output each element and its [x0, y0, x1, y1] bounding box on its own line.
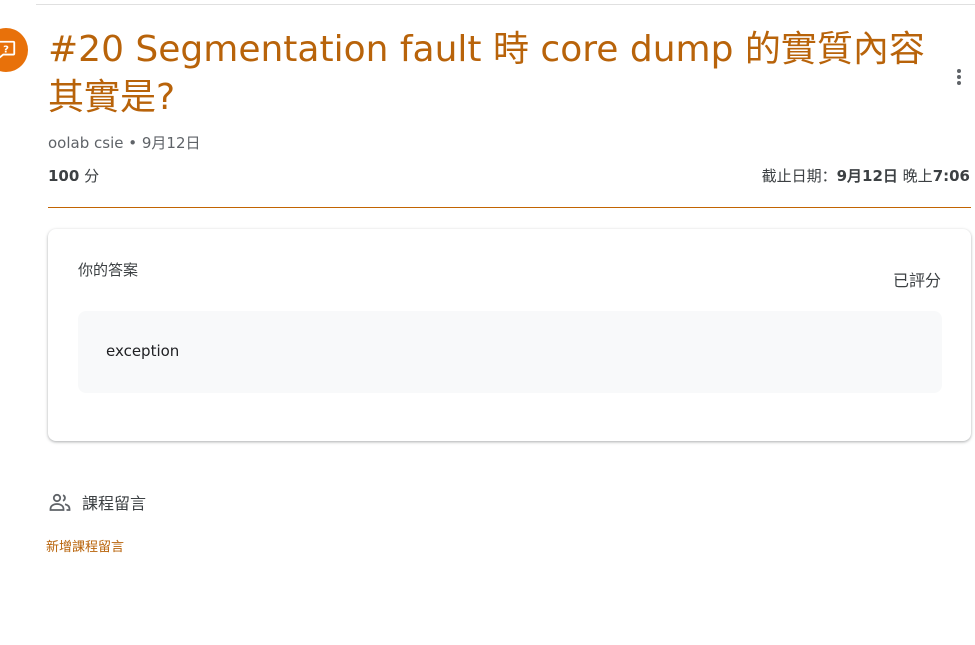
post-date: 9月12日	[141, 134, 201, 152]
people-icon	[49, 493, 71, 511]
due-time-value: 7:06	[932, 167, 970, 185]
top-divider	[36, 4, 975, 5]
assignment-meta: oolab csie • 9月12日	[48, 134, 201, 152]
more-vert-icon	[957, 69, 961, 73]
due-label: 截止日期：	[761, 167, 837, 185]
points-value: 100	[48, 167, 80, 185]
class-comments-header: 課程留言	[48, 490, 146, 514]
due-date-value: 9月12日	[836, 167, 898, 185]
svg-text:?: ?	[3, 44, 9, 55]
points-unit: 分	[84, 167, 100, 185]
question-icon: ?	[0, 28, 28, 72]
due-time-label: 晚上	[902, 167, 933, 185]
status-badge: 已評分	[892, 271, 941, 290]
answer-card-title: 你的答案	[78, 261, 139, 279]
author-name: oolab csie	[48, 134, 124, 152]
page-title: #20 Segmentation fault 時 core dump 的實質內容…	[48, 29, 925, 118]
answer-text: exception	[78, 311, 942, 393]
due-date: 截止日期：9月12日 晚上7:06	[762, 165, 970, 186]
your-answer-card: 你的答案 已評分 exception	[48, 229, 971, 441]
class-comments-title: 課程留言	[82, 494, 147, 513]
title-divider	[48, 207, 971, 208]
points: 100 分	[48, 165, 99, 186]
more-options-button[interactable]	[946, 64, 972, 90]
add-class-comment-link[interactable]: 新增課程留言	[46, 536, 124, 555]
